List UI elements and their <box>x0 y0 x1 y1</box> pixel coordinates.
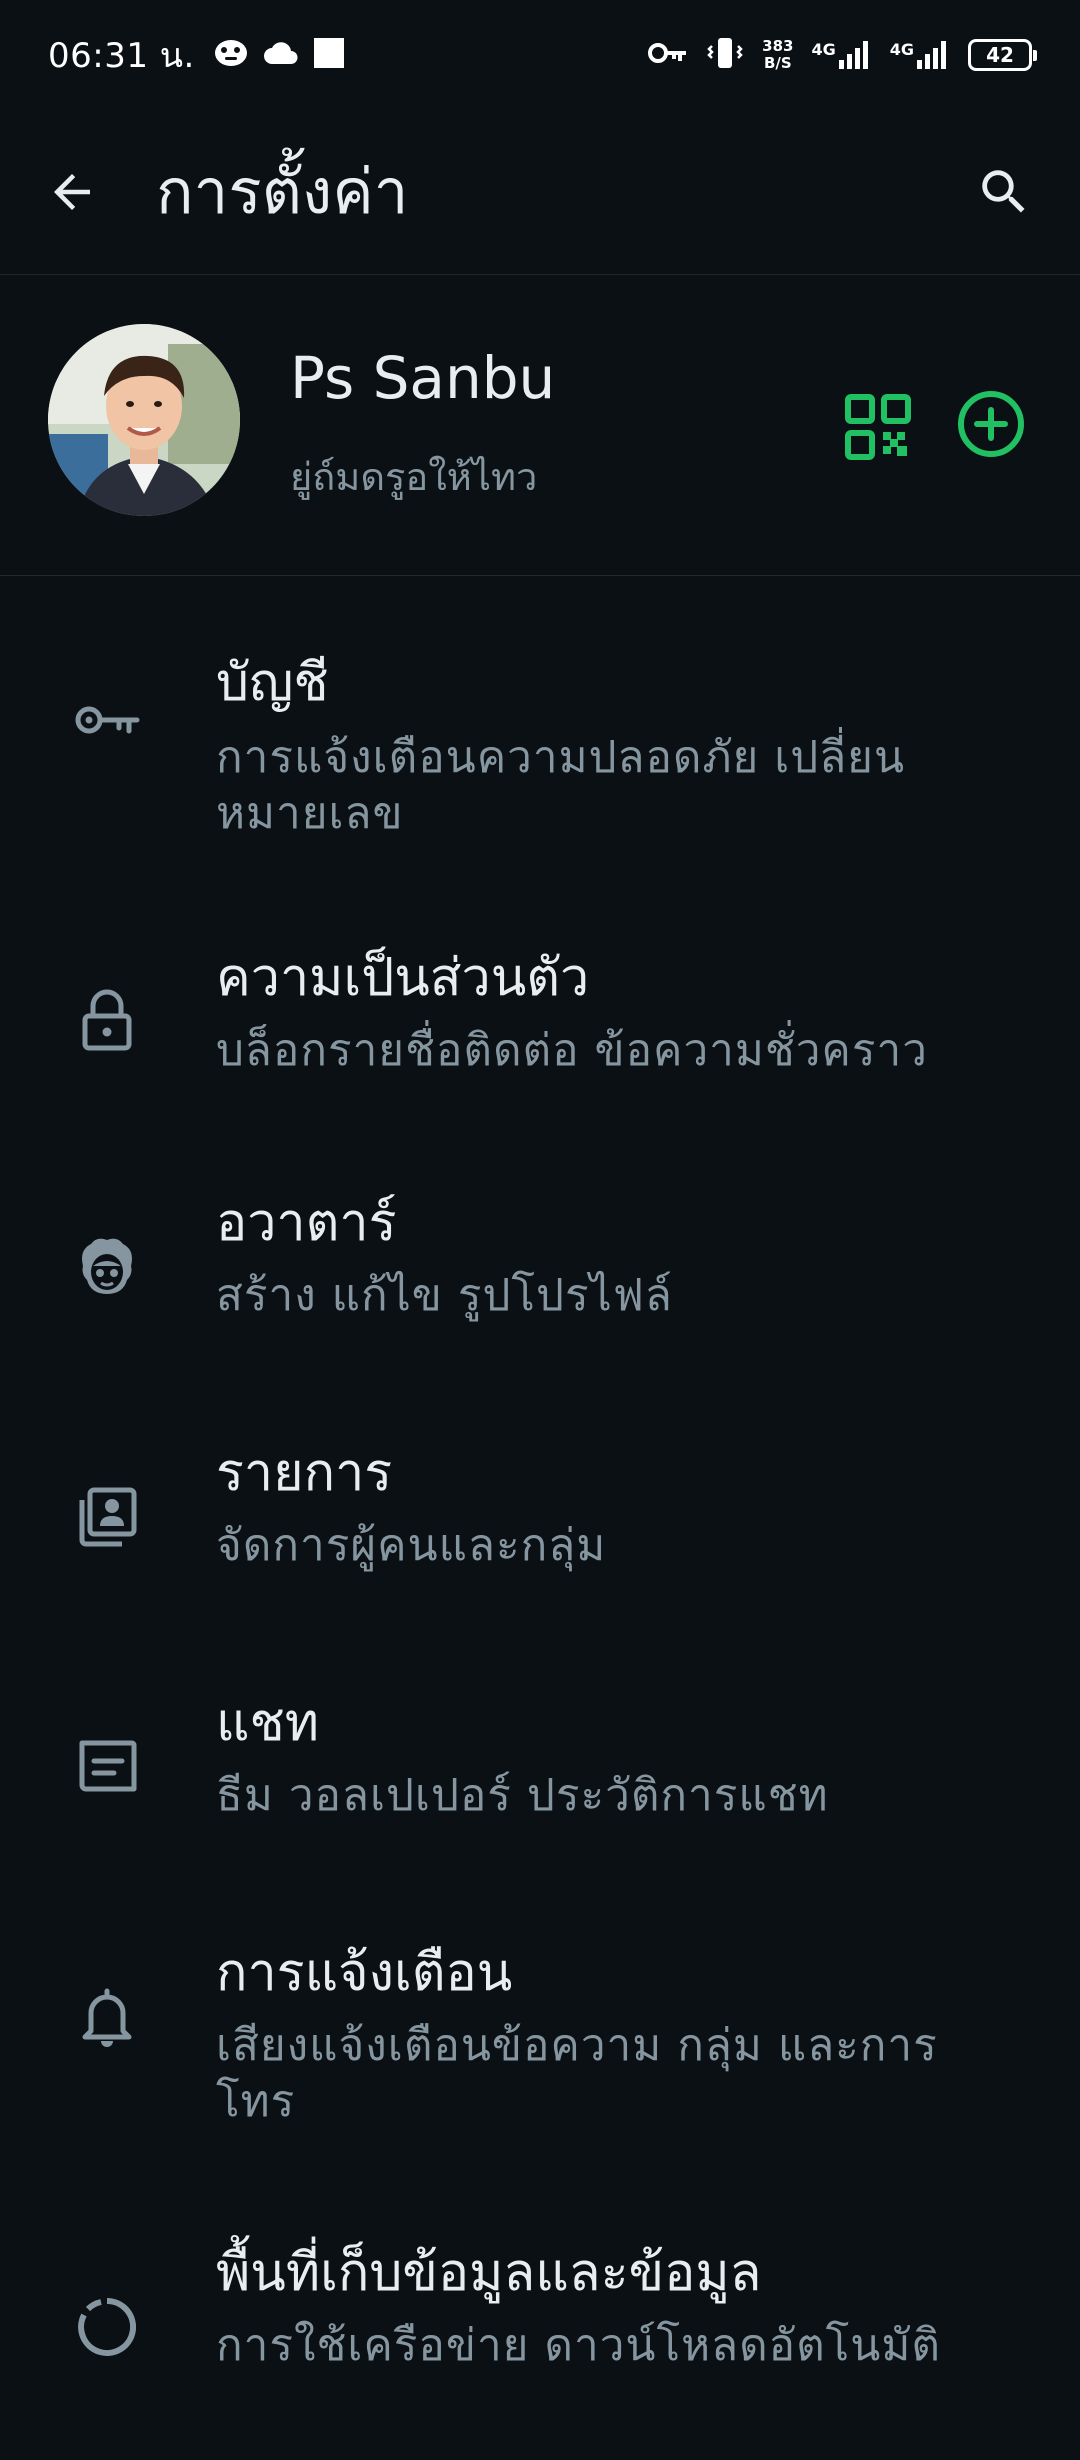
settings-item-title: รายการ <box>216 1443 393 1503</box>
settings-item-account[interactable]: บัญชี การแจ้งเตือนความปลอดภัย เปลี่ยนหมา… <box>0 610 1080 900</box>
app-bar: การตั้งค่า <box>0 110 1080 275</box>
contacts-list-icon <box>72 1482 142 1552</box>
settings-item-subtitle: จัดการผู้คนและกลุ่ม <box>216 1520 607 1571</box>
status-right-icons: 383 B/S 4G 4G 42 <box>648 36 1037 74</box>
qr-code-button[interactable] <box>845 394 911 460</box>
settings-item-privacy[interactable]: ความเป็นส่วนตัว บล็อกรายชื่อติดต่อ ข้อคว… <box>0 905 1080 1145</box>
settings-item-title: บัญชี <box>216 653 329 713</box>
cloud-icon <box>263 40 299 70</box>
status-bar: 06:31 น. 383 B/S 4G 4G 42 <box>0 0 1080 110</box>
signal-2: 4G <box>890 40 950 70</box>
network-speed-unit: B/S <box>763 54 792 72</box>
page-title: การตั้งค่า <box>156 155 409 228</box>
profile-name: Ps Sanbu <box>290 344 556 412</box>
signal-bars-icon <box>917 41 946 69</box>
network-speed: 383 B/S <box>762 38 793 72</box>
settings-item-title: ความเป็นส่วนตัว <box>216 948 590 1008</box>
settings-item-subtitle: การใช้เครือข่าย ดาวน์โหลดอัตโนมัติ <box>216 2320 941 2371</box>
settings-item-subtitle: สร้าง แก้ไข รูปโปรไฟล์ <box>216 1270 673 1321</box>
settings-item-notifications[interactable]: การแจ้งเตือน เสียงแจ้งเตือนข้อความ กลุ่ม… <box>0 1900 1080 2190</box>
settings-item-title: แชท <box>216 1693 320 1753</box>
qr-code-icon <box>845 394 911 460</box>
settings-item-title: การแจ้งเตือน <box>216 1943 513 2003</box>
battery-icon: 42 <box>968 39 1037 71</box>
settings-item-title: อวาตาร์ <box>216 1193 397 1253</box>
back-button[interactable] <box>32 152 112 232</box>
settings-item-lists[interactable]: รายการ จัดการผู้คนและกลุ่ม <box>0 1400 1080 1640</box>
signal-2-label: 4G <box>889 40 914 59</box>
profile-status: ยู่ถ์มดรูอให้ไทว <box>290 455 538 499</box>
search-button[interactable] <box>964 152 1044 232</box>
add-account-button[interactable] <box>955 388 1027 460</box>
storage-circle-icon <box>72 2292 142 2362</box>
settings-item-subtitle: การแจ้งเตือนความปลอดภัย เปลี่ยนหมายเลข <box>216 732 906 839</box>
bell-icon <box>72 1982 142 2052</box>
settings-item-title: พื้นที่เก็บข้อมูลและข้อมูล <box>216 2243 762 2303</box>
settings-item-storage[interactable]: พื้นที่เก็บข้อมูลและข้อมูล การใช้เครือข่… <box>0 2200 1080 2440</box>
avatar-face-icon <box>72 1232 142 1302</box>
status-left-icons <box>213 37 345 73</box>
profile-section[interactable]: Ps Sanbu ยู่ถ์มดรูอให้ไทว <box>0 276 1080 576</box>
settings-item-subtitle: บล็อกรายชื่อติดต่อ ข้อความชั่วคราว <box>216 1025 928 1076</box>
status-time: 06:31 น. <box>48 36 195 76</box>
signal-bars-icon <box>838 41 868 69</box>
settings-item-avatar[interactable]: อวาตาร์ สร้าง แก้ไข รูปโปรไฟล์ <box>0 1150 1080 1390</box>
search-icon <box>982 170 1025 213</box>
signal-1-label: 4G <box>811 40 836 59</box>
avatar[interactable] <box>48 324 240 516</box>
square-notification-icon <box>313 37 345 73</box>
vibrate-icon <box>706 36 744 74</box>
signal-1: 4G <box>811 40 871 70</box>
settings-item-subtitle: ธีม วอลเปเปอร์ ประวัติการแชท <box>216 1770 829 1821</box>
network-speed-value: 383 <box>762 37 794 55</box>
arrow-back-icon <box>54 174 90 210</box>
chat-icon <box>72 1732 142 1802</box>
settings-item-subtitle: เสียงแจ้งเตือนข้อความ กลุ่ม และการโทร <box>216 2020 938 2127</box>
lock-icon <box>72 985 142 1055</box>
game-icon <box>213 38 249 72</box>
add-circle-icon <box>958 391 1024 457</box>
settings-item-chats[interactable]: แชท ธีม วอลเปเปอร์ ประวัติการแชท <box>0 1650 1080 1890</box>
vpn-key-icon <box>648 41 688 69</box>
key-icon <box>72 685 142 755</box>
